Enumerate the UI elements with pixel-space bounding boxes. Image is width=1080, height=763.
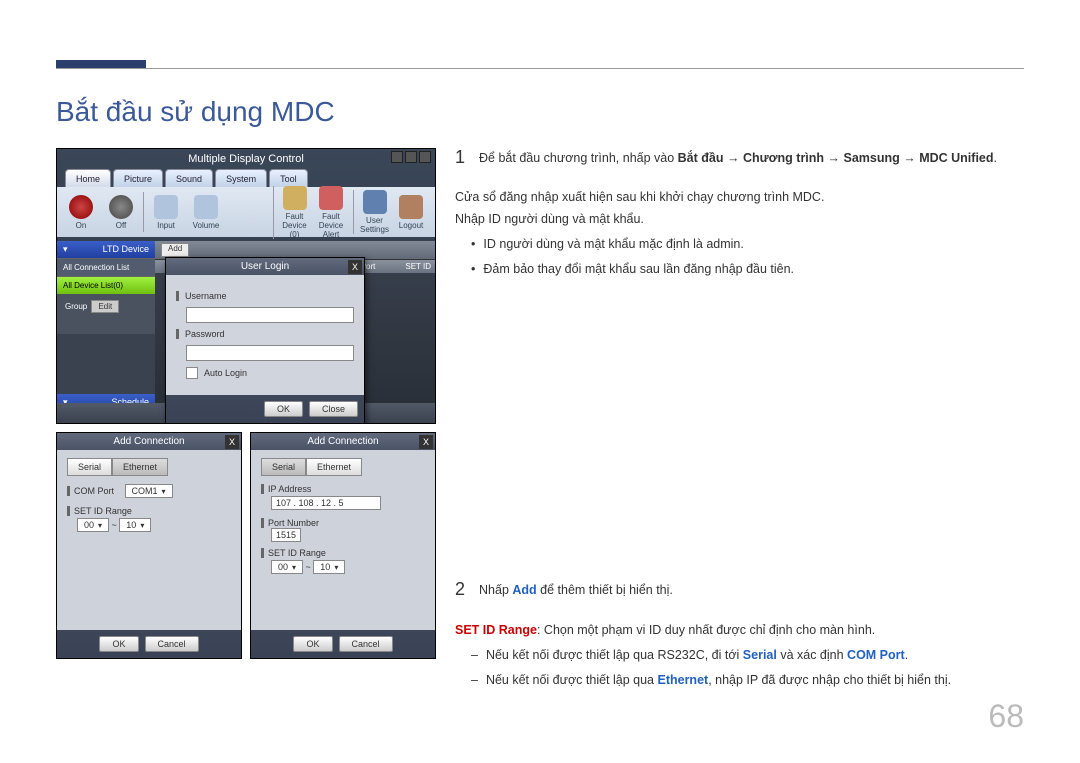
ac-from: 00 [77,518,109,532]
close-icon: X [419,435,433,449]
ribbon-logout: Logout [399,221,423,230]
sb-edit: Edit [91,300,119,313]
ribbon-alert: Fault Device Alert [319,212,343,239]
ribbon-fault: Fault Device (0) [282,212,306,239]
ac-to: 10 [119,518,151,532]
addconn-ethernet: Add Connection X SerialEthernet IP Addres… [250,432,436,659]
ac-from2: 00 [271,560,303,574]
login-title: User Login [241,261,289,272]
ac-ip-lbl: IP Address [268,484,311,494]
ac-title2: Add Connection [307,436,378,447]
ribbon-vol: Volume [193,221,220,230]
s2d1b: Serial [743,648,777,662]
step2-sub: SET ID Range: Chọn một phạm vi ID duy nh… [455,620,1024,692]
tab-home: Home [65,169,111,189]
s1b: Bắt đầu → Chương trình → Samsung → MDC U… [678,151,994,165]
s2d1e: . [905,648,908,662]
tab-sound: Sound [165,169,213,189]
ribbon-input: Input [157,221,175,230]
s1b2t: Đảm bảo thay đổi mật khẩu sau lần đăng n… [483,259,794,280]
step1-sub: Cửa sổ đăng nhập xuất hiện sau khi khởi … [455,187,1024,280]
step2-num: 2 [455,580,465,601]
ribbon-off: Off [116,221,127,230]
ac-portnum-lbl: Port Number [268,518,319,528]
tb-add: Add [161,243,189,257]
s1a: Để bắt đầu chương trình, nhấp vào [479,151,678,165]
ac-ok2: OK [293,636,332,652]
s1c: . [994,151,997,165]
ac-port-val: 1515 [271,528,301,542]
step1-num: 1 [455,148,465,169]
text-column: 1 Để bắt đầu chương trình, nhấp vào Bắt … [455,148,1024,695]
addconn-serial: Add ConnectionX SerialEthernet COM Port … [56,432,242,659]
ribbon-on: On [76,221,87,230]
ac-com1: COM1 [125,484,173,498]
figures-column: Multiple Display Control Home Picture So… [56,148,436,659]
ac-ok: OK [99,636,138,652]
step1-text: Để bắt đầu chương trình, nhấp vào Bắt đầ… [479,148,997,169]
s1-b2: Đảm bảo thay đổi mật khẩu sau lần đăng n… [471,259,1024,280]
ac-to2: 10 [313,560,345,574]
step2-text: Nhấp Add để thêm thiết bị hiển thị. [479,580,673,601]
s2d1c: và xác định [777,648,847,662]
s1b1c: . [740,237,743,251]
s2d2c: , nhập IP đã được nhập cho thiết bị hiển… [708,673,951,687]
close-icon: X [348,260,362,274]
s2d1a: Nếu kết nối được thiết lập qua RS232C, đ… [486,648,743,662]
tab-system: System [215,169,267,189]
s2d1d: COM Port [847,648,905,662]
login-dialog: User Login X Username Password Auto Login… [165,257,365,424]
ac-eth-tab2: Ethernet [306,458,362,476]
ac-ip-val: 107 . 108 . 12 . 5 [271,496,381,510]
page-title: Bắt đầu sử dụng MDC [56,96,335,128]
s1-sub2: Nhập ID người dùng và mật khẩu. [455,209,1024,230]
ac-title: Add Connection [113,436,184,447]
sb-conn: All Connection List [57,258,155,276]
sb-alldev: All Device List(0) [57,276,155,294]
ac-serial-tab2: Serial [261,458,306,476]
tab-picture: Picture [113,169,163,189]
s1b1b: admin [706,237,740,251]
s2a: Nhấp [479,583,512,597]
s2sidb: : Chọn một phạm vi ID duy nhất được chỉ … [537,623,875,637]
ribbon-user: User Settings [360,216,389,234]
ac-serial-tab: Serial [67,458,112,476]
s2c: để thêm thiết bị hiển thị. [537,583,673,597]
login-auto: Auto Login [204,368,247,378]
s1b1a: ID người dùng và mật khẩu mặc định là [483,237,706,251]
login-user-lbl: Username [185,291,227,301]
s2-d1: Nếu kết nối được thiết lập qua RS232C, đ… [471,645,1024,666]
app-screenshot: Multiple Display Control Home Picture So… [56,148,436,424]
ac-sid-lbl: SET ID Range [74,506,132,516]
ac-eth-tab: Ethernet [112,458,168,476]
sb-group: Group [65,302,87,311]
col-sid: SET ID [405,262,431,271]
s2d2b: Ethernet [657,673,708,687]
s2-d2: Nếu kết nối được thiết lập qua Ethernet,… [471,670,1024,691]
window-controls [391,151,431,163]
login-close: Close [309,401,358,417]
page-number: 68 [988,698,1024,735]
login-ok: OK [264,401,303,417]
ac-cancel: Cancel [145,636,199,652]
ac-cancel2: Cancel [339,636,393,652]
app-title: Multiple Display Control [57,149,435,169]
s2sid: SET ID Range [455,623,537,637]
header-accent [56,60,146,68]
sb-ltd: LTD Device [103,244,149,255]
s2b: Add [512,583,536,597]
login-pass-lbl: Password [185,329,225,339]
s2d2a: Nếu kết nối được thiết lập qua [486,673,658,687]
s1-sub1: Cửa sổ đăng nhập xuất hiện sau khi khởi … [455,187,1024,208]
close-icon: X [225,435,239,449]
header-rule [56,68,1024,69]
s1-b1: ID người dùng và mật khẩu mặc định là ad… [471,234,1024,255]
ac-sid-lbl2: SET ID Range [268,548,326,558]
ac-comport-lbl: COM Port [74,486,114,496]
